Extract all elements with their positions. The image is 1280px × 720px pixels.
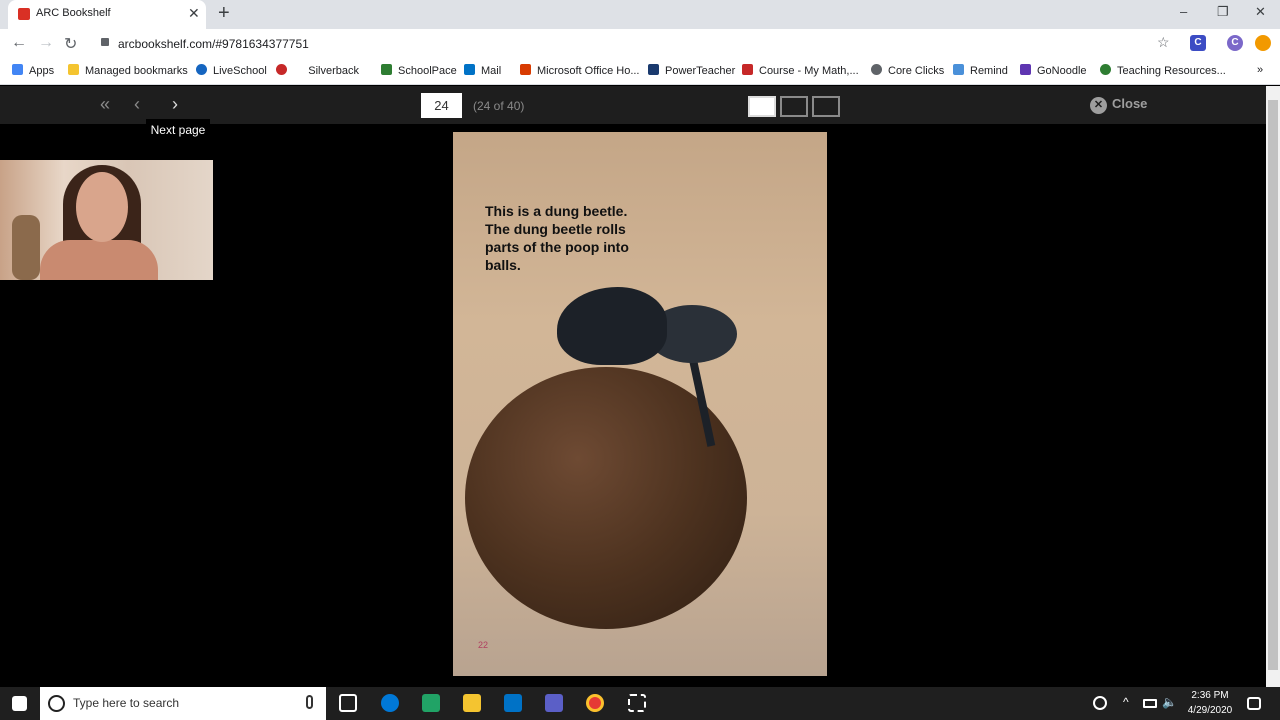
schoolpace-icon <box>381 64 392 75</box>
people-icon[interactable] <box>1093 696 1107 710</box>
browser-tab[interactable]: ARC Bookshelf ✕ <box>8 0 206 29</box>
bookmark-schoolpace[interactable]: SchoolPace <box>381 64 457 77</box>
bookmark-office[interactable]: Microsoft Office Ho... <box>520 64 640 77</box>
bookmark-remind[interactable]: Remind <box>953 64 1008 77</box>
bookmark-course[interactable]: Course - My Math,... <box>742 64 859 77</box>
printed-page-number: 22 <box>478 640 489 650</box>
clock-time[interactable]: 2:36 PM <box>1180 690 1240 701</box>
restore-icon[interactable]: ❐ <box>1217 4 1229 20</box>
person-face-shape <box>76 172 128 242</box>
silverback-icon <box>276 64 287 75</box>
bookshelf-favicon-icon <box>18 8 30 20</box>
gonoodle-icon <box>1020 64 1031 75</box>
apps-grid-icon <box>12 64 23 75</box>
close-circle-icon: ✕ <box>1090 97 1107 114</box>
taskbar-search[interactable]: Type here to search <box>40 687 326 720</box>
sheets-icon[interactable] <box>422 694 440 712</box>
microphone-icon[interactable] <box>306 695 313 709</box>
mail-app-icon[interactable] <box>504 694 522 712</box>
tab-title: ARC Bookshelf <box>36 7 111 19</box>
folder-icon <box>68 64 79 75</box>
new-tab-icon[interactable]: + <box>218 2 230 25</box>
scrollbar[interactable] <box>1266 86 1280 687</box>
file-explorer-icon[interactable] <box>463 694 481 712</box>
bookmark-apps[interactable]: Apps <box>12 64 54 77</box>
office-icon <box>520 64 531 75</box>
search-placeholder: Type here to search <box>73 696 180 710</box>
extension-c-icon[interactable]: C <box>1190 35 1206 51</box>
book-page: This is a dung beetle. The dung beetle r… <box>453 132 827 676</box>
bookmark-managed[interactable]: Managed bookmarks <box>68 64 188 77</box>
tab-strip: ARC Bookshelf ✕ + – ❐ ✕ <box>0 0 1280 29</box>
next-page-tooltip: Next page <box>146 119 210 141</box>
cortana-icon <box>48 695 65 712</box>
close-viewer-button[interactable]: ✕ Close <box>1090 96 1147 114</box>
mymath-icon <box>742 64 753 75</box>
page-count: (24 of 40) <box>473 99 525 113</box>
bookmark-silverback[interactable]: Silverback <box>276 64 359 77</box>
back-icon[interactable]: ← <box>11 34 27 52</box>
lock-icon <box>101 38 109 46</box>
reload-icon[interactable]: ↻ <box>64 34 77 54</box>
page-number-input[interactable] <box>421 93 462 118</box>
windows-start-icon[interactable] <box>12 696 27 711</box>
remind-icon <box>953 64 964 75</box>
liveschool-icon <box>196 64 207 75</box>
bookmark-coreclicks[interactable]: Core Clicks <box>871 64 944 77</box>
extension-update-icon[interactable] <box>1255 35 1271 51</box>
edge-icon[interactable] <box>381 694 399 712</box>
more-bookmarks-icon[interactable]: » <box>1257 64 1263 76</box>
teaching-resources-icon <box>1100 64 1111 75</box>
book-page-text: This is a dung beetle. The dung beetle r… <box>485 203 629 273</box>
vase-shape <box>12 215 40 280</box>
chrome-icon[interactable] <box>586 694 604 712</box>
globe-icon <box>871 64 882 75</box>
url-field[interactable]: arcbookshelf.com/#9781634377751 <box>118 37 309 51</box>
webcam-video <box>0 160 213 280</box>
bookmark-liveschool[interactable]: LiveSchool <box>196 64 267 77</box>
close-tab-icon[interactable]: ✕ <box>188 5 200 22</box>
first-page-icon[interactable]: « <box>100 94 110 115</box>
powerteacher-icon <box>648 64 659 75</box>
beetle-body-shape <box>557 287 667 365</box>
bookmark-gonoodle[interactable]: GoNoodle <box>1020 64 1087 77</box>
teams-icon[interactable] <box>545 694 563 712</box>
volume-icon[interactable]: 🔈 <box>1162 695 1177 709</box>
single-page-view-icon[interactable] <box>748 96 776 117</box>
bookmark-teaching[interactable]: Teaching Resources... <box>1100 64 1226 77</box>
fullscreen-icon[interactable] <box>812 96 840 117</box>
mail-icon <box>464 64 475 75</box>
taskbar: Type here to search ^ 🔈 2:36 PM 4/29/202… <box>0 687 1280 720</box>
profile-avatar[interactable]: C <box>1227 35 1243 51</box>
previous-page-icon[interactable]: ‹ <box>134 94 140 115</box>
person-body-shape <box>40 240 158 280</box>
bookmark-powerteacher[interactable]: PowerTeacher <box>648 64 735 77</box>
forward-icon[interactable]: → <box>38 34 54 52</box>
bookmark-mail[interactable]: Mail <box>464 64 501 77</box>
close-window-icon[interactable]: ✕ <box>1255 4 1266 20</box>
notifications-icon[interactable] <box>1247 697 1261 710</box>
next-page-icon[interactable]: › <box>172 94 178 115</box>
clock-date[interactable]: 4/29/2020 <box>1180 705 1240 716</box>
bookmark-star-icon[interactable]: ☆ <box>1157 34 1170 51</box>
scrollbar-thumb[interactable] <box>1268 100 1278 670</box>
address-bar: ← → ↻ arcbookshelf.com/#9781634377751 ☆ … <box>0 29 1280 58</box>
bookmarks-bar: Apps Managed bookmarks LiveSchool Silver… <box>0 58 1280 85</box>
two-page-view-icon[interactable] <box>780 96 808 117</box>
battery-icon[interactable] <box>1143 699 1157 708</box>
task-view-icon[interactable] <box>339 694 357 712</box>
show-hidden-icons-icon[interactable]: ^ <box>1123 695 1129 709</box>
snip-tool-icon[interactable] <box>628 694 646 712</box>
minimize-icon[interactable]: – <box>1180 4 1187 19</box>
